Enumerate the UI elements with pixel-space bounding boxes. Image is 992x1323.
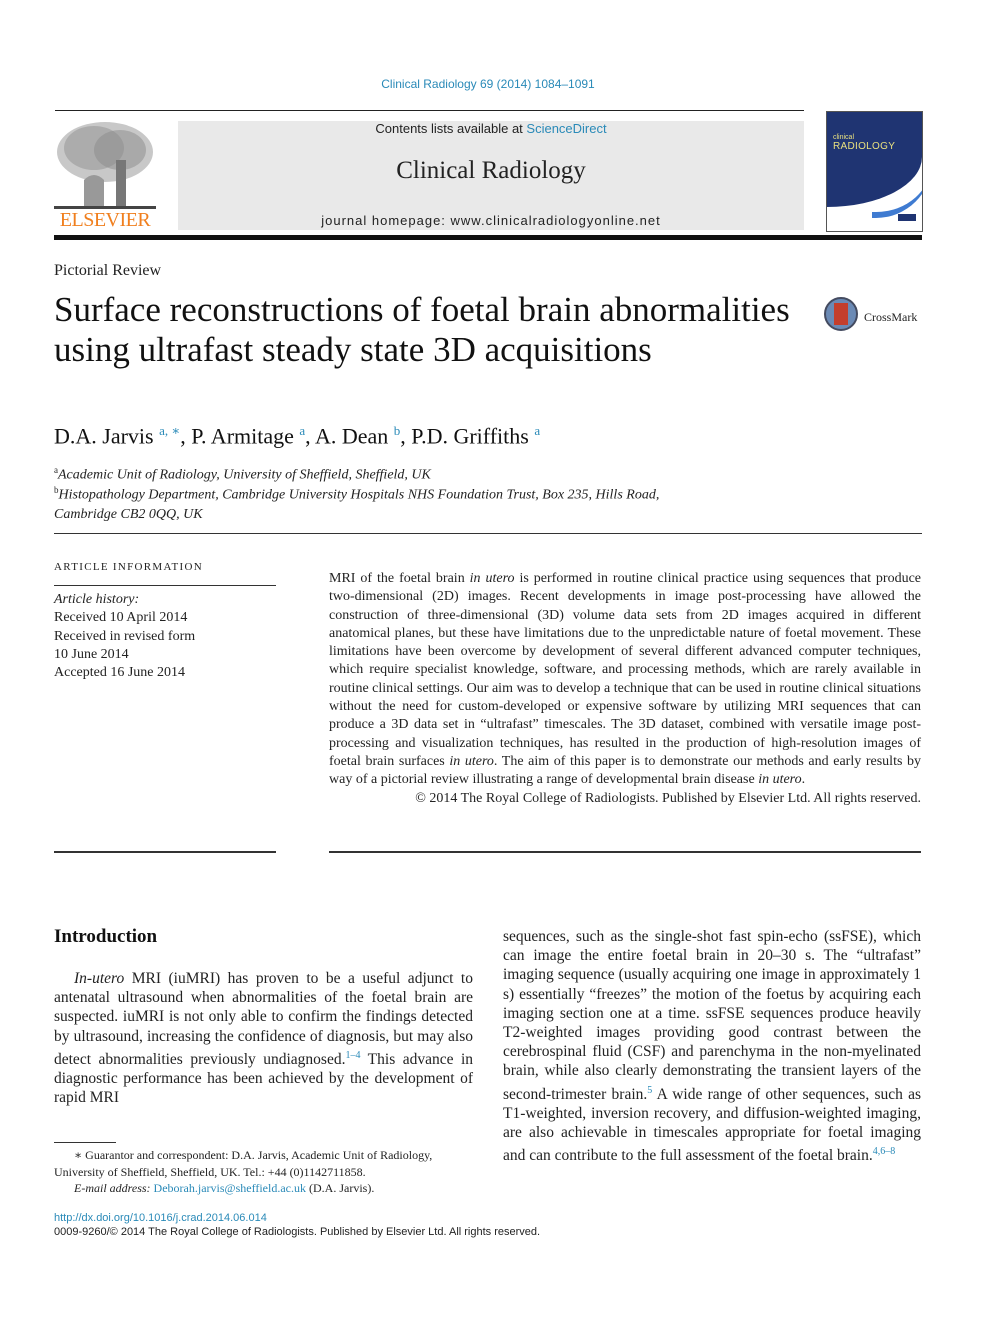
crossmark-label: CrossMark [864,310,918,324]
email-link[interactable]: Deborah.jarvis@sheffield.ac.uk [154,1181,306,1195]
citation-link[interactable]: 1–4 [345,1050,360,1061]
abstract-copyright: © 2014 The Royal College of Radiologists… [415,790,921,806]
citation-link[interactable]: 4,6–8 [873,1146,896,1157]
author-separator: , [400,423,412,449]
footnote-rule [54,1142,116,1143]
article-type: Pictorial Review [54,262,162,279]
header-top-rule [55,110,804,111]
elsevier-wordmark: ELSEVIER [59,209,151,231]
crossmark-ribbon-icon [834,303,848,325]
article-title: Surface reconstructions of foetal brain … [54,290,790,369]
info-top-rule [54,533,922,534]
author-name[interactable]: D.A. Jarvis [54,423,154,448]
info-bottom-rule [54,851,276,853]
history-item: Accepted 16 June 2014 [54,665,186,681]
journal-cover-image[interactable]: clinical RADIOLOGY [826,111,923,232]
article-history: Article history: Received 10 April 2014 … [54,591,195,682]
introduction-heading: Introduction [54,926,158,947]
intro-paragraph: In-utero MRI (iuMRI) has proven to be a … [54,969,473,1108]
author-name[interactable]: P.D. Griffiths [411,423,529,448]
sciencedirect-link[interactable]: ScienceDirect [526,121,606,136]
abstract-italic: in utero [449,753,494,769]
issn-copyright: 0009-9260/© 2014 The Royal College of Ra… [54,1226,541,1238]
abstract-italic: in utero [758,772,802,788]
author-affiliation-marker[interactable]: a, ∗ [159,423,180,438]
journal-reference-link[interactable]: Clinical Radiology 69 (2014) 1084–1091 [0,77,976,91]
affiliation-text-cont: Cambridge CB2 0QQ, UK [54,506,203,522]
body-column-right: sequences, such as the single-shot fast … [503,927,921,1166]
article-info-heading: ARTICLE INFORMATION [54,561,204,573]
footnote-text: ∗ Guarantor and correspondent: D.A. Jarv… [54,1148,433,1179]
contents-line: Contents lists available at ScienceDirec… [178,121,804,136]
cover-title-big: RADIOLOGY [833,141,896,152]
abstract-text: MRI of the foetal brain in utero is perf… [329,570,921,790]
cover-stripe [872,162,922,218]
body-italic: In-utero [74,970,125,987]
abstract-segment: MRI of the foetal brain [329,571,470,586]
journal-homepage-link[interactable]: journal homepage: www.clinicalradiologyo… [178,213,804,228]
crossmark-button[interactable]: CrossMark [824,297,924,337]
footnote-email-line: E-mail address: Deborah.jarvis@sheffield… [54,1180,474,1197]
affiliation-b: bHistopathology Department, Cambridge Un… [54,481,659,524]
abstract-bottom-rule [329,851,921,853]
body-column-left: In-utero MRI (iuMRI) has proven to be a … [54,969,473,1108]
affiliation-text: Histopathology Department, Cambridge Uni… [58,487,660,503]
author-separator: , [305,423,315,449]
header-thick-rule [54,235,922,240]
author-separator: , [180,423,192,449]
journal-title: Clinical Radiology [396,157,586,184]
history-item: 10 June 2014 [54,646,129,662]
article-info-rule [54,585,276,586]
author-list: D.A. Jarvis a, ∗, P. Armitage a, A. Dean… [54,423,540,449]
journal-header-box: Contents lists available at ScienceDirec… [178,121,804,230]
body-segment: sequences, such as the single-shot fast … [503,928,921,1103]
history-item: Received 10 April 2014 [54,610,188,626]
elsevier-logo[interactable]: ELSEVIER [54,120,156,232]
correspondence-footnote: ∗ Guarantor and correspondent: D.A. Jarv… [54,1147,474,1197]
cover-title-small: clinical [833,134,855,141]
doi-link[interactable]: http://dx.doi.org/10.1016/j.crad.2014.06… [54,1212,267,1224]
elsevier-tree-icon [54,122,156,209]
cover-badge-icon [898,214,916,221]
contents-prefix: Contents lists available at [375,121,527,136]
email-label: E-mail address: [74,1181,154,1195]
history-item: Received in revised form [54,628,196,644]
author-affiliation-marker[interactable]: a [534,423,540,438]
email-suffix: (D.A. Jarvis). [306,1181,375,1195]
abstract-segment: is performed in routine clinical practic… [329,571,922,769]
author-name[interactable]: A. Dean [315,423,388,448]
abstract-italic: in utero [469,571,515,586]
article-history-label: Article history: [54,592,140,607]
abstract: MRI of the foetal brain in utero is perf… [329,570,921,808]
intro-paragraph-cont: sequences, such as the single-shot fast … [503,927,921,1166]
author-name[interactable]: P. Armitage [191,423,294,448]
abstract-segment: . [801,772,806,788]
